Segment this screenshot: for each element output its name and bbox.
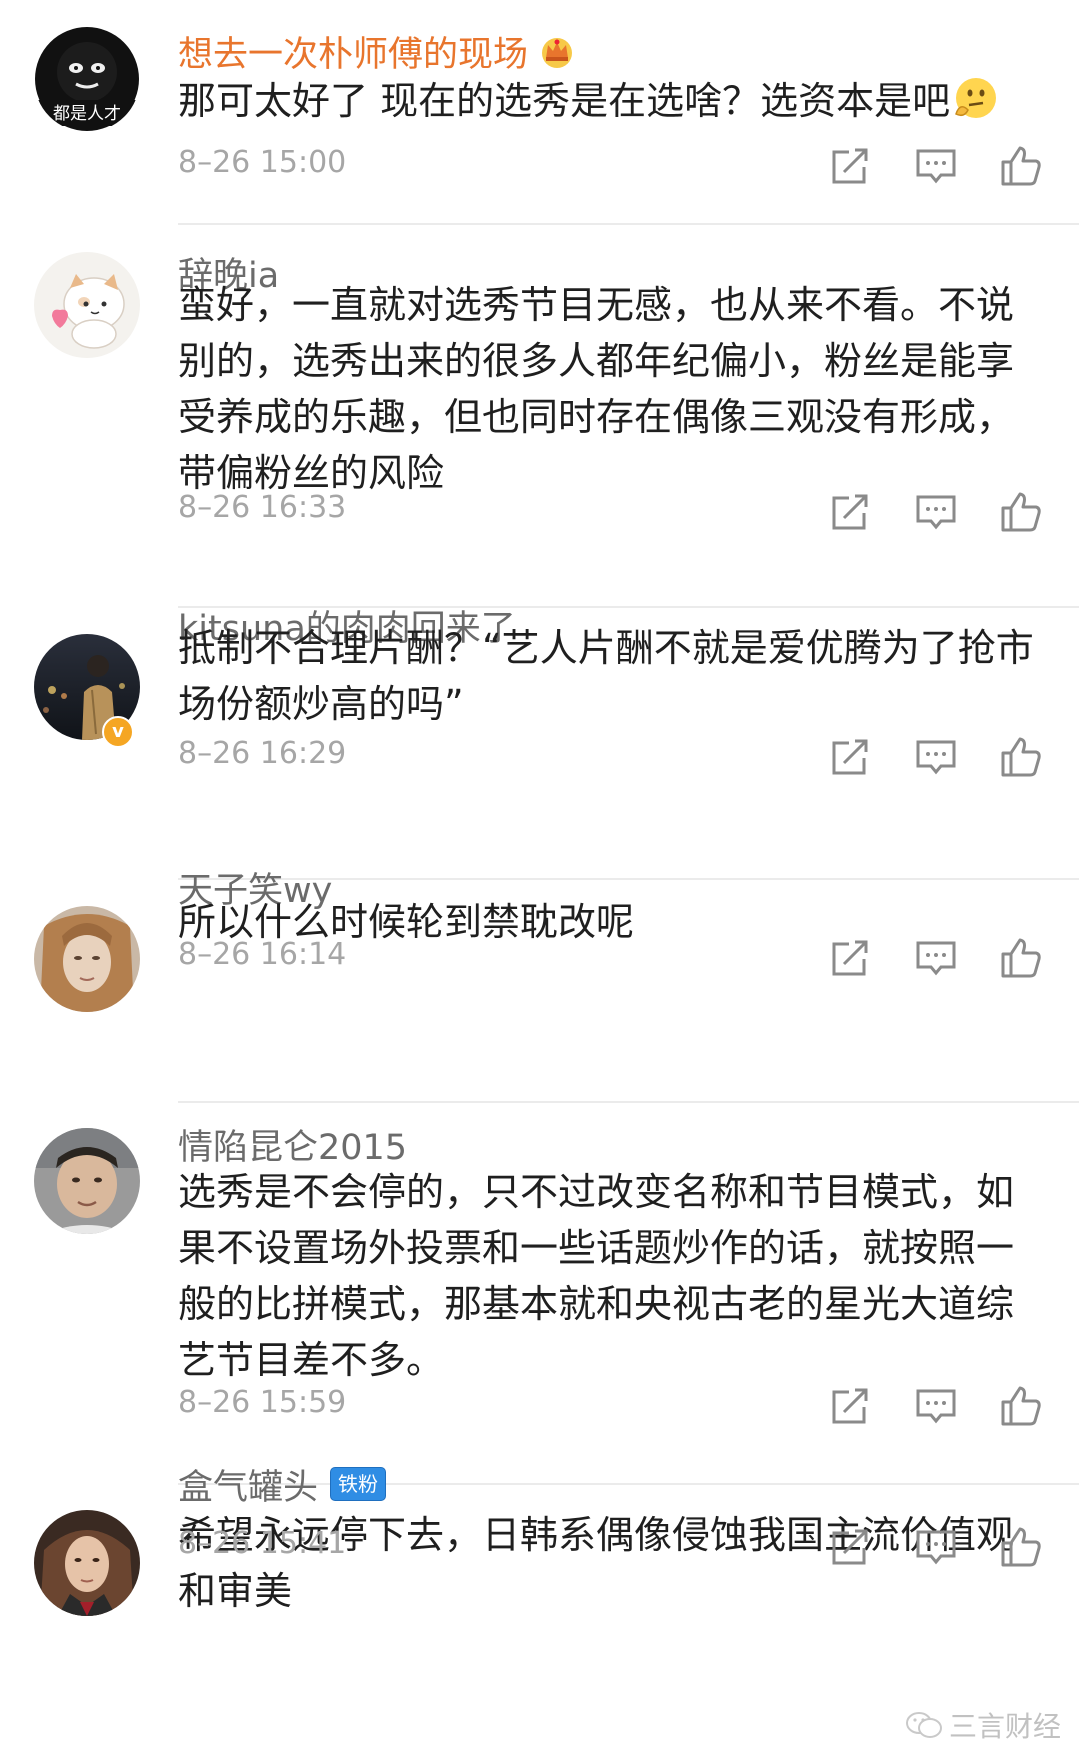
- username-row: 想去一次朴师傅的现场: [178, 26, 576, 76]
- comment-text: 抵制不合理片酬？“艺人片酬不就是爱优腾为了抢市场份额炒高的吗”: [178, 626, 1034, 726]
- repost-button[interactable]: [828, 1525, 872, 1569]
- username-row: 盒气罐头 铁粉: [178, 1459, 387, 1510]
- comment-button[interactable]: [914, 735, 958, 779]
- comment-icon: [916, 1530, 956, 1565]
- comment-button[interactable]: [914, 490, 958, 534]
- comment-text: 希望永远停下去，日韩系偶像侵蚀我国主流价值观和审美: [178, 1513, 1015, 1613]
- repost-button[interactable]: [828, 490, 872, 534]
- comment-text: 选秀是不会停的，只不过改变名称和节目模式，如果不设置场外投票和一些话题炒作的话，…: [178, 1170, 1015, 1382]
- comment-text: 那可太好了 现在的选秀是在选啥？选资本是吧: [178, 73, 1038, 129]
- fan-badge: 铁粉: [330, 1467, 387, 1501]
- comment-icon: [916, 1389, 956, 1424]
- verified-badge-icon: v: [102, 716, 134, 748]
- timestamp: 8–26 15:41: [178, 1526, 347, 1561]
- avatar[interactable]: [34, 252, 140, 358]
- crown-icon: [542, 38, 573, 68]
- comment-button[interactable]: [914, 936, 958, 980]
- comment-icon: [916, 740, 956, 775]
- comment-3: v kitsuna的肉肉回来了 抵制不合理片酬？“艺人片酬不就是爱优腾为了抢市场…: [0, 608, 1079, 880]
- timestamp: 8–26 16:29: [178, 736, 347, 771]
- wechat-icon: [906, 1712, 942, 1738]
- repost-button[interactable]: [828, 936, 872, 980]
- thumbs-up-icon: [1001, 1386, 1041, 1426]
- comment-4: 天子笑wy 所以什么时候轮到禁耽改呢 8–26 16:14: [0, 871, 1079, 1103]
- watermark: 三言财经: [905, 1705, 1061, 1745]
- avatar[interactable]: [34, 1128, 140, 1234]
- repost-icon: [832, 940, 868, 976]
- like-button[interactable]: [999, 1525, 1043, 1569]
- comment-2: 辞晚ia 蛮好，一直就对选秀节目无感，也从来不看。不说别的，选秀出来的很多人都年…: [0, 225, 1079, 608]
- comment-5: 情陷昆仑2015 选秀是不会停的，只不过改变名称和节目模式，如果不设置场外投票和…: [0, 1102, 1079, 1485]
- thumbs-up-icon: [1001, 1527, 1041, 1567]
- username[interactable]: 想去一次朴师傅的现场: [178, 26, 528, 77]
- comment-1: 都是人才 想去一次朴师傅的现场 那可太好了 现在的选秀是在选啥？选资本是吧 8–…: [0, 0, 1079, 225]
- comment-icon: [916, 149, 956, 184]
- timestamp: 8–26 15:00: [178, 145, 347, 180]
- thumbs-up-icon: [1001, 737, 1041, 777]
- comment-icon: [916, 941, 956, 976]
- comment-6: 盒气罐头 铁粉 希望永远停下去，日韩系偶像侵蚀我国主流价值观和审美 8–26 1…: [0, 1467, 1079, 1734]
- comment-button[interactable]: [914, 144, 958, 188]
- avatar[interactable]: [34, 1510, 140, 1616]
- repost-button[interactable]: [828, 735, 872, 779]
- thinking-emoji-icon: [955, 78, 997, 118]
- timestamp: 8–26 16:14: [178, 937, 347, 972]
- like-button[interactable]: [999, 936, 1043, 980]
- comment-text: 蛮好，一直就对选秀节目无感，也从来不看。不说别的，选秀出来的很多人都年纪偏小，粉…: [178, 283, 1015, 495]
- comment-icon: [916, 495, 956, 530]
- thumbs-up-icon: [1001, 492, 1041, 532]
- repost-icon: [832, 1388, 868, 1424]
- thumbs-up-icon: [1001, 146, 1041, 186]
- repost-icon: [832, 1529, 868, 1565]
- comment-button[interactable]: [914, 1525, 958, 1569]
- avatar[interactable]: [34, 906, 140, 1012]
- like-button[interactable]: [999, 1384, 1043, 1428]
- timestamp: 8–26 16:33: [178, 490, 347, 525]
- username[interactable]: 情陷昆仑2015: [178, 1119, 407, 1170]
- svg-text:都是人才: 都是人才: [53, 104, 121, 124]
- avatar[interactable]: 都是人才: [34, 26, 140, 132]
- username-row: 情陷昆仑2015: [178, 1119, 407, 1169]
- repost-button[interactable]: [828, 144, 872, 188]
- thumbs-up-icon: [1001, 938, 1041, 978]
- like-button[interactable]: [999, 735, 1043, 779]
- watermark-text: 三言财经: [949, 1710, 1062, 1743]
- timestamp: 8–26 15:59: [178, 1385, 347, 1420]
- repost-icon: [832, 739, 868, 775]
- username[interactable]: 盒气罐头: [178, 1459, 318, 1510]
- repost-icon: [832, 148, 868, 184]
- comment-button[interactable]: [914, 1384, 958, 1428]
- repost-button[interactable]: [828, 1384, 872, 1428]
- repost-icon: [832, 494, 868, 530]
- like-button[interactable]: [999, 144, 1043, 188]
- like-button[interactable]: [999, 490, 1043, 534]
